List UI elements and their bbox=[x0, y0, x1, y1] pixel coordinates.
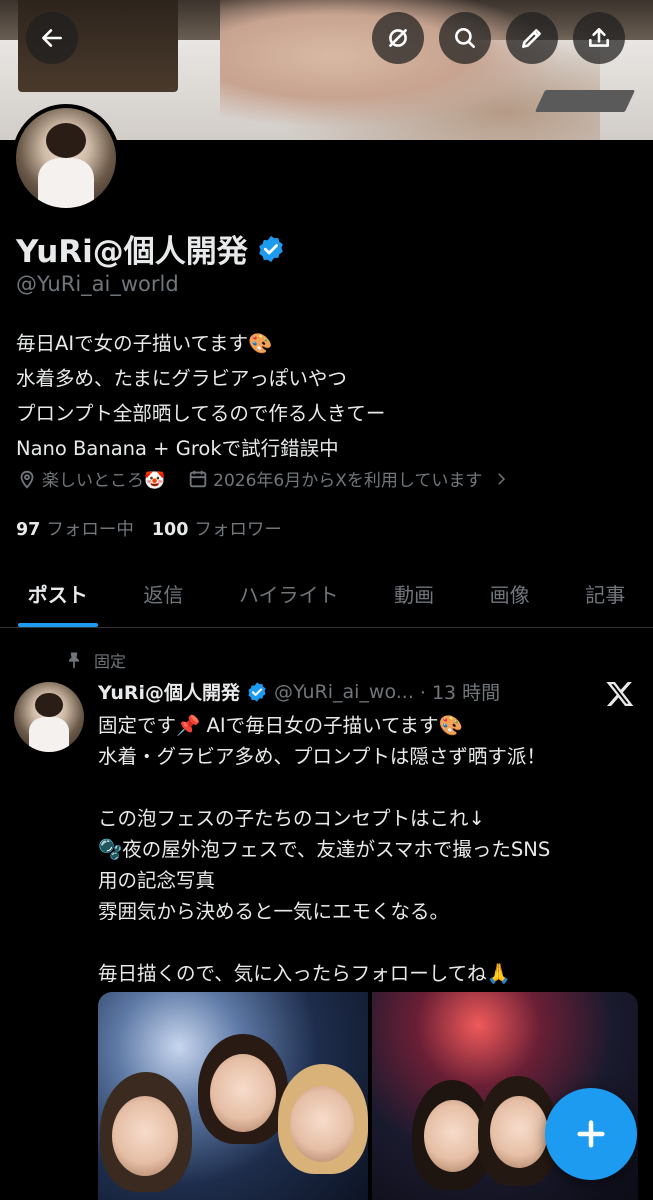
post-line: 毎日描くので、気に入ったらフォローしてね🙏 bbox=[98, 962, 511, 985]
profile-tabs: ポスト 返信 ハイライト 動画 画像 記事 bbox=[0, 560, 653, 628]
x-logo-icon[interactable] bbox=[604, 678, 636, 710]
post-line: 🫧夜の屋外泡フェスで、友達がスマホで撮ったSNS bbox=[98, 838, 551, 861]
post-line: この泡フェスの子たちのコンセプトはこれ↓ bbox=[98, 807, 485, 830]
search-icon bbox=[455, 28, 475, 48]
compose-button[interactable] bbox=[545, 1088, 637, 1180]
bio-line: 水着多め、たまにグラビアっぽいやつ bbox=[16, 367, 347, 390]
profile-name: YuRi@個人開発 bbox=[16, 234, 248, 270]
bio-line: Nano Banana + Grokで試行錯誤中 bbox=[16, 437, 339, 460]
image-face bbox=[112, 1096, 178, 1176]
post-image-1[interactable] bbox=[98, 992, 368, 1200]
profile-handle: @YuRi_ai_world bbox=[16, 272, 179, 296]
post-line: 雰囲気から決めると一気にエモくなる。 bbox=[98, 900, 450, 923]
image-face bbox=[210, 1054, 276, 1132]
profile-joined[interactable]: 2026年6月からXを利用しています bbox=[187, 466, 510, 491]
avatar-image bbox=[14, 682, 84, 752]
post-time[interactable]: · 13 時間 bbox=[420, 678, 500, 705]
edit-icon bbox=[522, 29, 541, 48]
back-arrow-icon bbox=[42, 29, 62, 47]
post-line bbox=[98, 927, 628, 958]
tab-images[interactable]: 画像 bbox=[462, 560, 558, 627]
back-button[interactable] bbox=[26, 12, 78, 64]
profile-name-row: YuRi@個人開発 bbox=[16, 226, 286, 271]
image-face bbox=[424, 1100, 482, 1172]
post-line: 固定です📌 AIで毎日女の子描いてます🎨 bbox=[98, 714, 463, 737]
followers-label: フォロワー bbox=[194, 520, 282, 540]
tab-articles[interactable]: 記事 bbox=[557, 560, 653, 627]
grok-icon bbox=[389, 29, 407, 47]
pin-icon bbox=[69, 652, 79, 669]
share-icon bbox=[589, 28, 609, 47]
post-line: 用の記念写真 bbox=[98, 869, 216, 892]
bio-line: プロンプト全部晒してるので作る人きてー bbox=[16, 402, 386, 425]
search-button[interactable] bbox=[439, 12, 491, 64]
banner-laptop bbox=[534, 90, 636, 112]
post-text: 固定です📌 AIで毎日女の子描いてます🎨 水着・グラビア多め、プロンプトは隠さず… bbox=[98, 710, 628, 989]
following-label: フォロー中 bbox=[46, 520, 134, 540]
followers-count: 100 bbox=[151, 520, 189, 540]
joined-text: 2026年6月からXを利用しています bbox=[213, 471, 483, 491]
tab-videos[interactable]: 動画 bbox=[366, 560, 462, 627]
share-button[interactable] bbox=[573, 12, 625, 64]
location-text: 楽しいところ🤡 bbox=[42, 471, 166, 491]
bio-line: 毎日AIで女の子描いてます🎨 bbox=[16, 332, 273, 355]
following-count: 97 bbox=[16, 520, 41, 540]
profile-avatar[interactable] bbox=[12, 104, 120, 212]
tab-replies[interactable]: 返信 bbox=[116, 560, 212, 627]
post-line bbox=[98, 772, 628, 803]
followers-link[interactable]: 100 フォロワー bbox=[152, 516, 282, 541]
post-media bbox=[98, 992, 638, 1200]
image-face bbox=[290, 1086, 354, 1162]
grok-button[interactable] bbox=[372, 12, 424, 64]
pinned-label: 固定 bbox=[94, 652, 127, 671]
profile-bio: 毎日AIで女の子描いてます🎨 水着多め、たまにグラビアっぽいやつ プロンプト全部… bbox=[16, 326, 385, 466]
post-author-handle[interactable]: @YuRi_ai_wo... bbox=[274, 681, 414, 703]
tab-posts[interactable]: ポスト bbox=[0, 560, 116, 627]
plus-icon bbox=[577, 1120, 605, 1148]
profile-meta: 楽しいところ🤡 2026年6月からXを利用しています bbox=[16, 466, 532, 491]
verified-badge-icon bbox=[248, 681, 266, 702]
edit-button[interactable] bbox=[506, 12, 558, 64]
tab-highlights[interactable]: ハイライト bbox=[211, 560, 366, 627]
chevron-right-icon bbox=[498, 472, 506, 485]
verified-badge-icon[interactable] bbox=[256, 234, 286, 264]
post-line: 水着・グラビア多め、プロンプトは隠さず晒す派！ bbox=[98, 745, 546, 768]
post-header: YuRi@個人開発 @YuRi_ai_wo... · 13 時間 bbox=[98, 678, 500, 705]
location-pin-icon bbox=[20, 470, 34, 489]
following-link[interactable]: 97 フォロー中 bbox=[16, 516, 134, 541]
avatar-image bbox=[16, 108, 116, 208]
calendar-icon bbox=[189, 470, 207, 487]
profile-location: 楽しいところ🤡 bbox=[16, 466, 165, 491]
post-avatar[interactable] bbox=[14, 682, 84, 752]
follow-stats: 97 フォロー中 100 フォロワー bbox=[16, 516, 282, 541]
image-face bbox=[490, 1096, 548, 1168]
post-author-name[interactable]: YuRi@個人開発 bbox=[98, 678, 240, 705]
pinned-indicator: 固定 bbox=[64, 648, 126, 672]
